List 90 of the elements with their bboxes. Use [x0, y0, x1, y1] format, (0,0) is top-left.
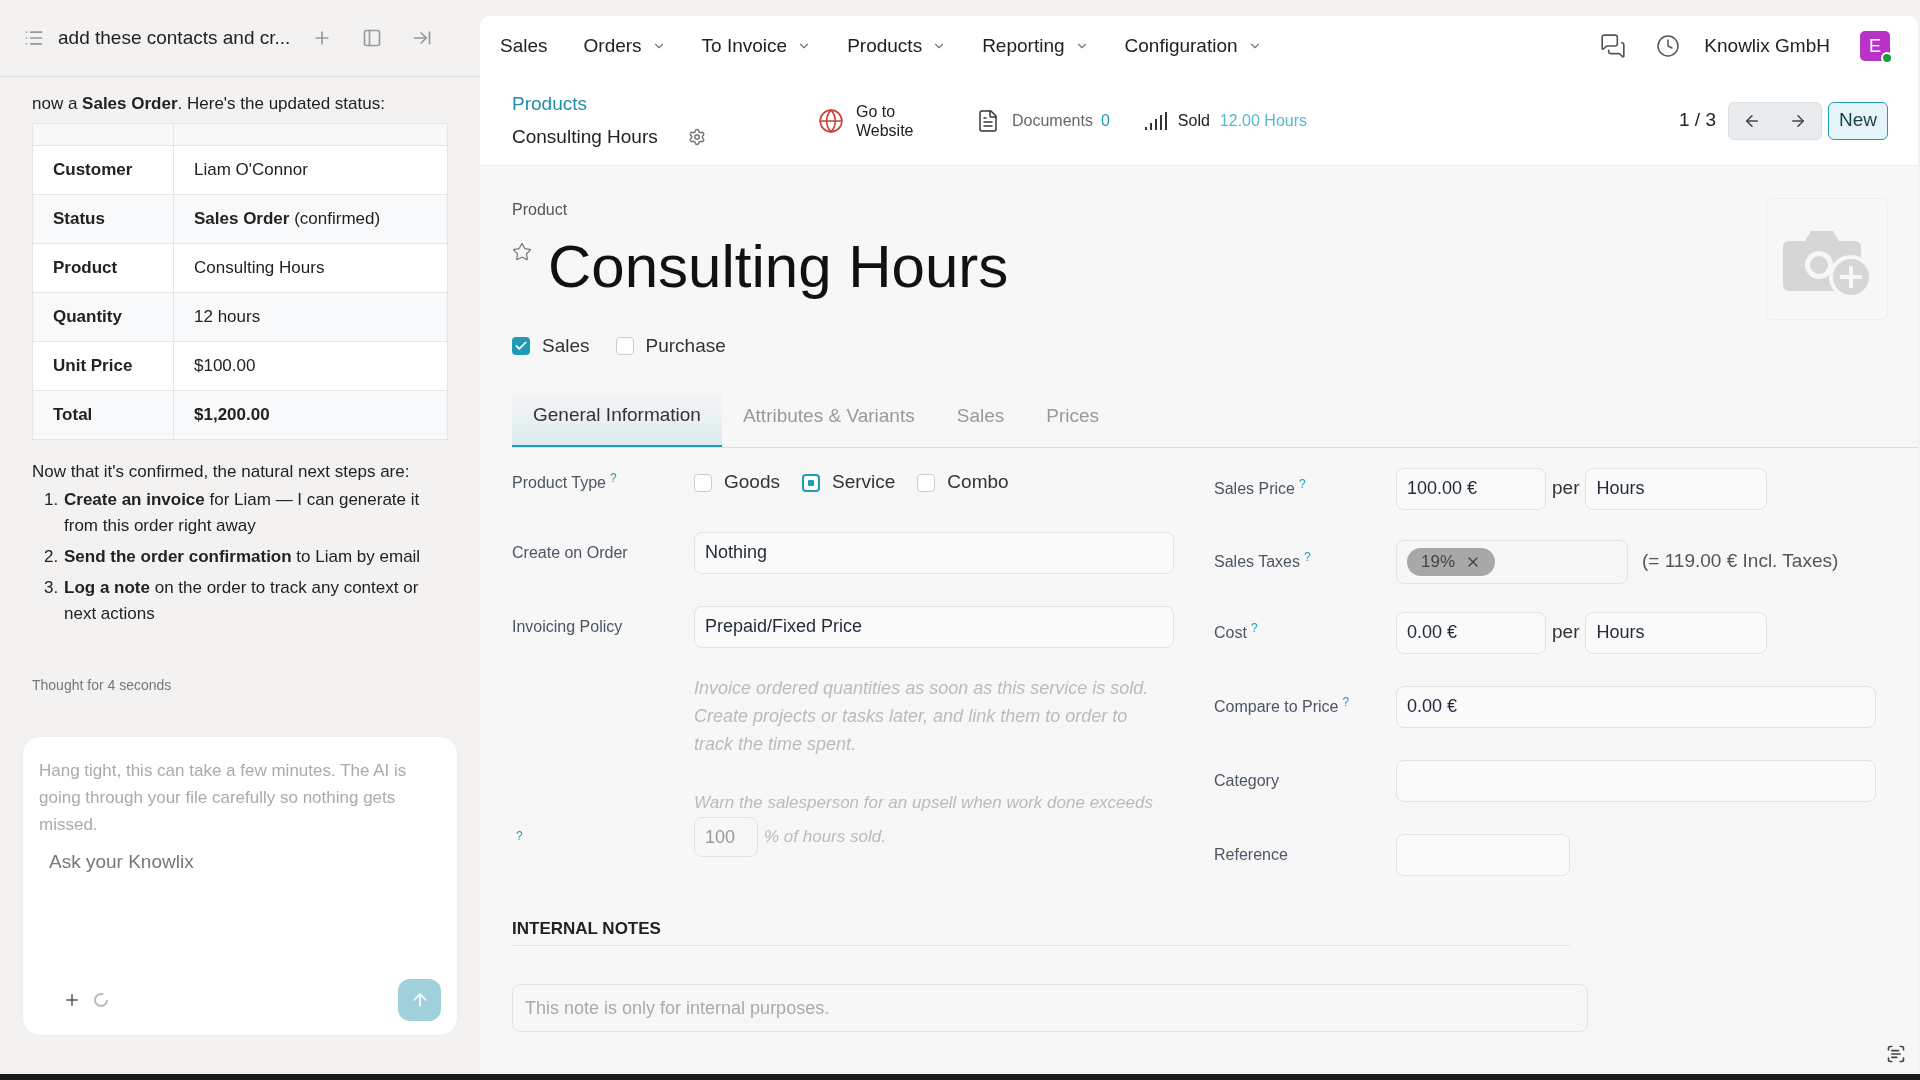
radio-label: Combo — [947, 470, 1009, 495]
field-label: Invoicing Policy — [512, 616, 623, 637]
field-label: Category — [1214, 770, 1279, 791]
nav-menu[interactable]: Sales — [500, 31, 548, 61]
status-text: Hang tight, this can take a few minutes. The AI is going through your file carefully so nothing gets missed. — [39, 760, 408, 836]
thought-label: Thought for 4 seconds — [32, 676, 173, 695]
table-cell: $1,200.00 — [173, 390, 448, 440]
table-cell: Quantity — [32, 292, 174, 342]
field-label: Sales Price — [1214, 478, 1295, 499]
sold-button[interactable]: Sold 12.00 Hours — [1143, 108, 1308, 133]
radio-label: Goods — [724, 470, 780, 495]
breadcrumb-link[interactable]: Products — [512, 90, 774, 119]
table-cell: $100.00 — [173, 341, 448, 391]
pager-text: 1 / 3 — [1679, 108, 1716, 133]
panel-icon[interactable] — [362, 28, 383, 48]
nav-menu[interactable]: Products — [847, 31, 947, 61]
form-caption: Product — [512, 200, 569, 220]
section-heading: INTERNAL NOTES — [512, 918, 661, 938]
field-label: Reference — [1214, 844, 1288, 865]
table-cell: Customer — [32, 145, 174, 195]
step-text: Send the order confirmation to Liam by email — [64, 546, 421, 568]
messages-icon[interactable] — [1600, 33, 1627, 59]
scan-text-icon[interactable] — [1886, 1044, 1906, 1064]
nav-menu[interactable]: Configuration — [1124, 31, 1262, 61]
table-cell: Liam O'Connor — [173, 145, 448, 195]
select-field[interactable]: Prepaid/Fixed Price — [694, 605, 1174, 648]
chat-input[interactable]: Ask your Knowlix — [39, 848, 441, 877]
document-icon — [976, 108, 1000, 133]
message-text: Now that it's confirmed, the natural next steps are: — [32, 461, 411, 483]
checkbox-label: Purchase — [645, 334, 726, 358]
step-number: 1. — [44, 489, 60, 511]
field-label: Compare to Price — [1214, 696, 1339, 717]
message-text: now a Sales Order. Here's the updated status: — [32, 93, 386, 115]
compare-price-field[interactable]: 0.00 € — [1396, 685, 1876, 728]
favorite-star-icon[interactable] — [512, 242, 532, 262]
field-label: Cost — [1214, 622, 1247, 643]
select-field[interactable]: Nothing — [694, 531, 1174, 574]
unit-field[interactable]: Hours — [1585, 467, 1768, 510]
globe-icon — [818, 107, 844, 134]
step-number: 2. — [44, 546, 60, 568]
website-button[interactable]: Go to Website — [818, 101, 926, 140]
attach-icon[interactable] — [63, 991, 81, 1009]
table-cell: Sales Order (confirmed) — [173, 194, 448, 244]
invoicing-hint: Invoice ordered quantities as soon as this service is sold. Create projects or tasks later, and link them to order to track the time spent. — [694, 676, 1150, 756]
taxes-note: (= 119.00 € Incl. Taxes) — [1642, 549, 1839, 574]
nav-menu[interactable]: To Invoice — [701, 31, 812, 61]
chat-title: add these contacts and cr... — [58, 25, 291, 50]
checkbox[interactable] — [615, 337, 634, 356]
upsell-text: % of hours sold. — [764, 826, 886, 849]
settings-icon[interactable] — [687, 127, 706, 146]
step-number: 3. — [44, 577, 60, 599]
menu-icon[interactable] — [24, 28, 44, 48]
company-name[interactable]: Knowlix GmbH — [1704, 31, 1830, 61]
unit-field[interactable]: Hours — [1585, 611, 1768, 654]
documents-button[interactable]: Documents 0 — [976, 108, 1110, 133]
field-label: Product Type — [512, 472, 606, 493]
upsell-text: Warn the salesperson for an upsell when work done exceeds — [694, 791, 1153, 814]
nav-menu[interactable]: Reporting — [982, 31, 1089, 61]
table-cell: Consulting Hours — [173, 243, 448, 293]
table-cell: Product — [32, 243, 174, 293]
checkbox-label: Sales — [542, 334, 590, 358]
tax-tag[interactable]: 19% — [1407, 547, 1496, 576]
price-field[interactable]: 100.00 € — [1396, 467, 1546, 510]
taxes-field[interactable]: 19% — [1396, 539, 1628, 584]
record-name: Consulting Hours — [512, 124, 658, 149]
table-cell: Status — [32, 194, 174, 244]
table-cell: Total — [32, 390, 174, 440]
radio-button[interactable] — [694, 473, 712, 492]
signal-bars-icon — [1143, 110, 1168, 131]
per-label: per — [1552, 620, 1580, 645]
cost-field[interactable]: 0.00 € — [1396, 611, 1546, 654]
collapse-icon[interactable] — [412, 28, 433, 48]
radio-button[interactable] — [802, 473, 820, 492]
internal-notes-field[interactable]: This note is only for internal purposes. — [512, 984, 1588, 1032]
radio-label: Service — [832, 470, 896, 495]
clock-icon[interactable] — [1656, 34, 1681, 58]
radio-button[interactable] — [917, 473, 936, 492]
field-label: Sales Taxes — [1214, 551, 1300, 572]
new-button[interactable]: New — [1828, 101, 1888, 140]
table-cell: 12 hours — [173, 292, 448, 342]
user-avatar[interactable]: E — [1860, 31, 1890, 61]
per-label: per — [1552, 476, 1580, 501]
nav-menu[interactable]: Orders — [583, 31, 666, 61]
table-cell: Unit Price — [32, 341, 174, 391]
spinner-icon — [93, 992, 109, 1008]
product-title: Consulting Hours — [548, 232, 1009, 302]
checkbox[interactable] — [512, 337, 530, 356]
field-label: Create on Order — [512, 542, 628, 563]
step-text: Log a note on the order to track any context or next actions — [64, 577, 420, 625]
send-button[interactable] — [398, 979, 441, 1021]
